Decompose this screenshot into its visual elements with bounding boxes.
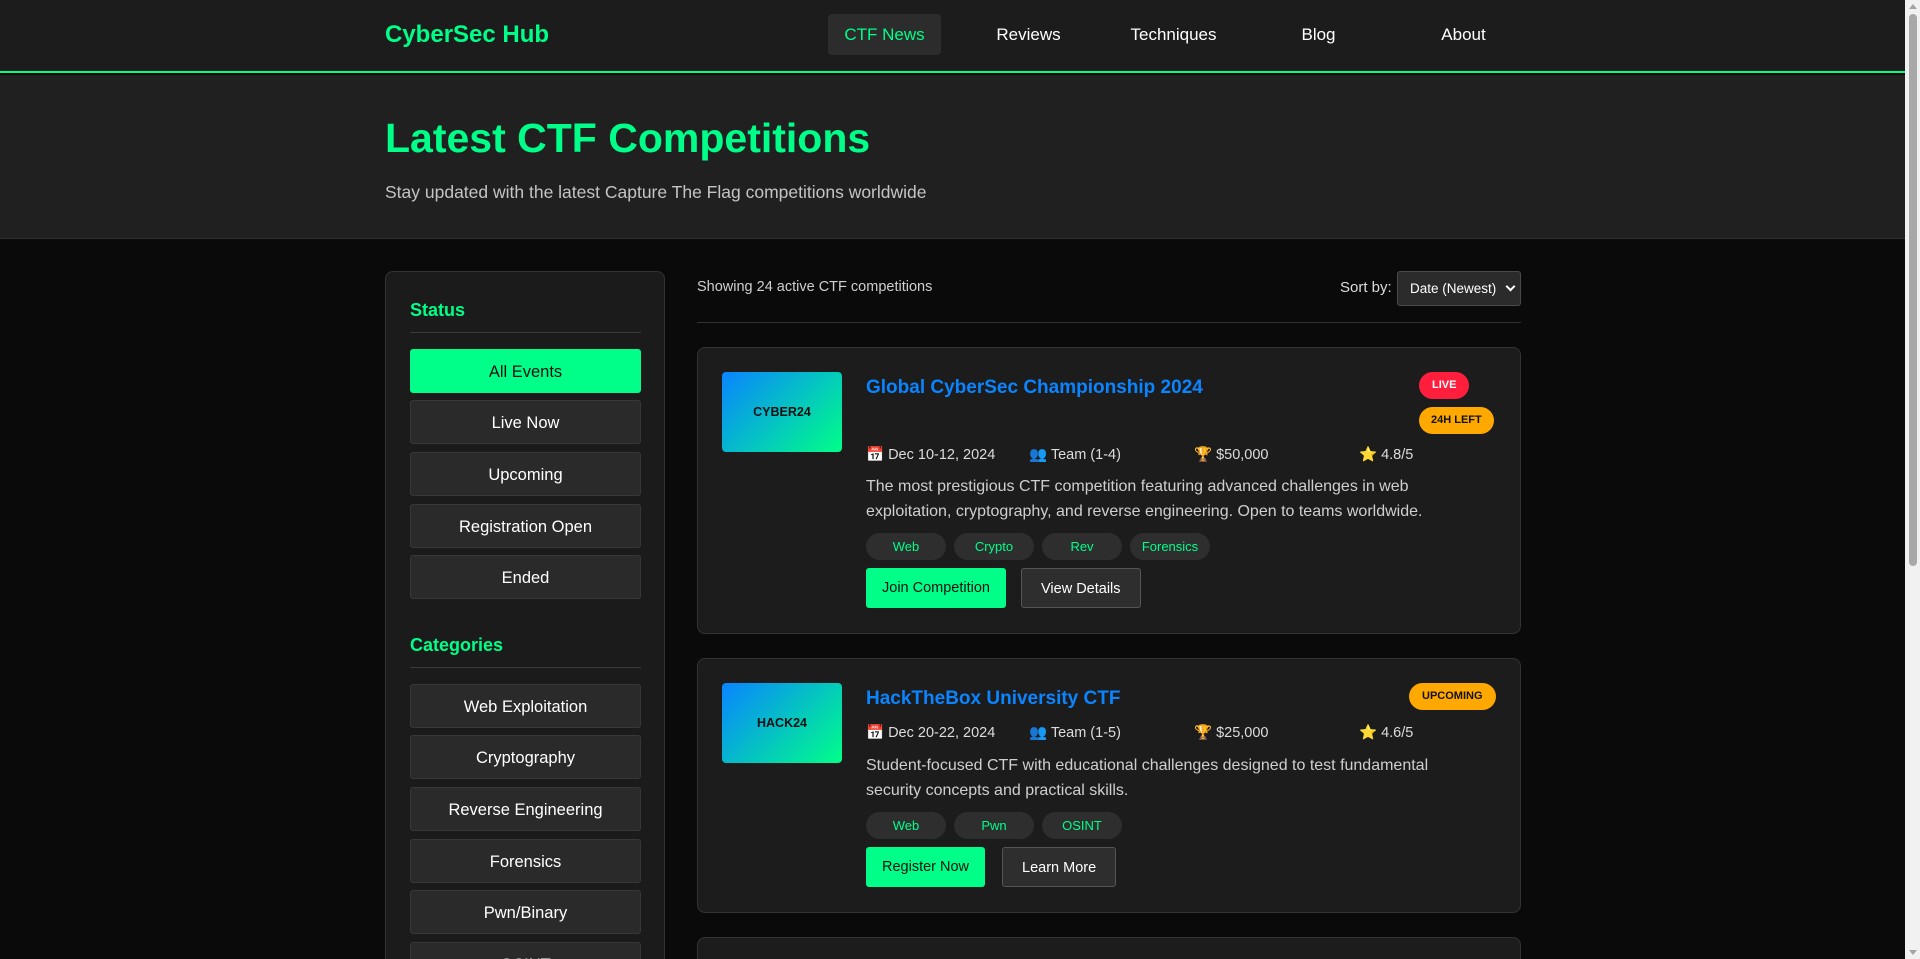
team-info: 👥 Team (1-5) bbox=[1029, 725, 1121, 741]
rating-info: ⭐ 4.8/5 bbox=[1359, 447, 1414, 463]
sort-selected-value: Date (Newest) bbox=[1410, 281, 1497, 296]
nav-about[interactable]: About bbox=[1408, 14, 1519, 55]
tag-osint[interactable]: OSINT bbox=[1042, 812, 1122, 839]
competition-card: CYBER24 Global CyberSec Championship 202… bbox=[697, 347, 1521, 634]
content-divider bbox=[697, 322, 1521, 323]
tag-web[interactable]: Web bbox=[866, 533, 946, 560]
filter-cryptography[interactable]: Cryptography bbox=[410, 735, 641, 779]
status-divider bbox=[410, 332, 641, 333]
tag-rev[interactable]: Rev bbox=[1042, 533, 1122, 560]
tag-web[interactable]: Web bbox=[866, 812, 946, 839]
competition-card bbox=[697, 937, 1521, 959]
page-subtitle: Stay updated with the latest Capture The… bbox=[385, 182, 927, 202]
filter-live-now[interactable]: Live Now bbox=[410, 400, 641, 444]
competition-thumbnail: CYBER24 bbox=[722, 372, 842, 452]
sort-select[interactable]: Date (Newest) bbox=[1397, 271, 1521, 306]
status-badge-live: LIVE bbox=[1419, 372, 1470, 399]
filter-registration-open[interactable]: Registration Open bbox=[410, 504, 641, 548]
nav-blog[interactable]: Blog bbox=[1263, 14, 1374, 55]
chevron-down-icon bbox=[1505, 281, 1516, 292]
competition-title[interactable]: Global CyberSec Championship 2024 bbox=[866, 377, 1203, 399]
prize-info: 🏆 $50,000 bbox=[1194, 447, 1269, 463]
nav-techniques[interactable]: Techniques bbox=[1113, 14, 1234, 55]
filter-osint[interactable]: OSINT bbox=[410, 942, 641, 959]
join-competition-button[interactable]: Join Competition bbox=[866, 568, 1006, 608]
hero-section: Latest CTF Competitions Stay updated wit… bbox=[0, 75, 1905, 239]
learn-more-button[interactable]: Learn More bbox=[1002, 847, 1117, 887]
view-details-button[interactable]: View Details bbox=[1021, 568, 1141, 608]
filter-reverse-engineering[interactable]: Reverse Engineering bbox=[410, 787, 641, 831]
nav-reviews[interactable]: Reviews bbox=[973, 14, 1084, 55]
brand-logo[interactable]: CyberSec Hub bbox=[385, 21, 549, 49]
competition-title[interactable]: HackTheBox University CTF bbox=[866, 688, 1120, 710]
page-title: Latest CTF Competitions bbox=[385, 115, 871, 161]
scroll-up-icon[interactable] bbox=[1909, 4, 1917, 9]
filter-upcoming[interactable]: Upcoming bbox=[410, 452, 641, 496]
tag-crypto[interactable]: Crypto bbox=[954, 533, 1034, 560]
tag-forensics[interactable]: Forensics bbox=[1130, 533, 1210, 560]
top-navbar: CyberSec Hub CTF News Reviews Techniques… bbox=[0, 0, 1905, 73]
sort-label: Sort by: bbox=[1340, 279, 1392, 296]
date-info: 📅 Dec 10-12, 2024 bbox=[866, 447, 996, 463]
filter-web-exploitation[interactable]: Web Exploitation bbox=[410, 684, 641, 728]
time-left-badge: 24H LEFT bbox=[1419, 407, 1494, 434]
competition-description: Student-focused CTF with educational cha… bbox=[866, 757, 1429, 799]
scroll-down-icon[interactable] bbox=[1909, 950, 1917, 955]
filter-all-events[interactable]: All Events bbox=[410, 349, 641, 393]
results-count: Showing 24 active CTF competitions bbox=[697, 279, 933, 295]
categories-heading: Categories bbox=[410, 635, 504, 655]
scrollbar-thumb[interactable] bbox=[1909, 14, 1917, 566]
page-scrollbar[interactable] bbox=[1905, 0, 1920, 959]
categories-divider bbox=[410, 667, 641, 668]
status-badge-upcoming: UPCOMING bbox=[1409, 683, 1496, 710]
register-now-button[interactable]: Register Now bbox=[866, 847, 986, 887]
competition-card: HACK24 HackTheBox University CTF UPCOMIN… bbox=[697, 658, 1521, 913]
prize-info: 🏆 $25,000 bbox=[1194, 725, 1269, 741]
filter-ended[interactable]: Ended bbox=[410, 555, 641, 599]
date-info: 📅 Dec 20-22, 2024 bbox=[866, 725, 996, 741]
nav-ctf-news[interactable]: CTF News bbox=[828, 14, 941, 55]
tag-pwn[interactable]: Pwn bbox=[954, 812, 1034, 839]
team-info: 👥 Team (1-4) bbox=[1029, 447, 1121, 463]
competition-thumbnail: HACK24 bbox=[722, 683, 842, 763]
status-heading: Status bbox=[410, 300, 466, 320]
competition-description: The most prestigious CTF competition fea… bbox=[866, 478, 1423, 520]
filter-sidebar: Status All Events Live Now Upcoming Regi… bbox=[385, 271, 665, 959]
filter-pwn-binary[interactable]: Pwn/Binary bbox=[410, 890, 641, 934]
filter-forensics[interactable]: Forensics bbox=[410, 839, 641, 883]
rating-info: ⭐ 4.6/5 bbox=[1359, 725, 1414, 741]
